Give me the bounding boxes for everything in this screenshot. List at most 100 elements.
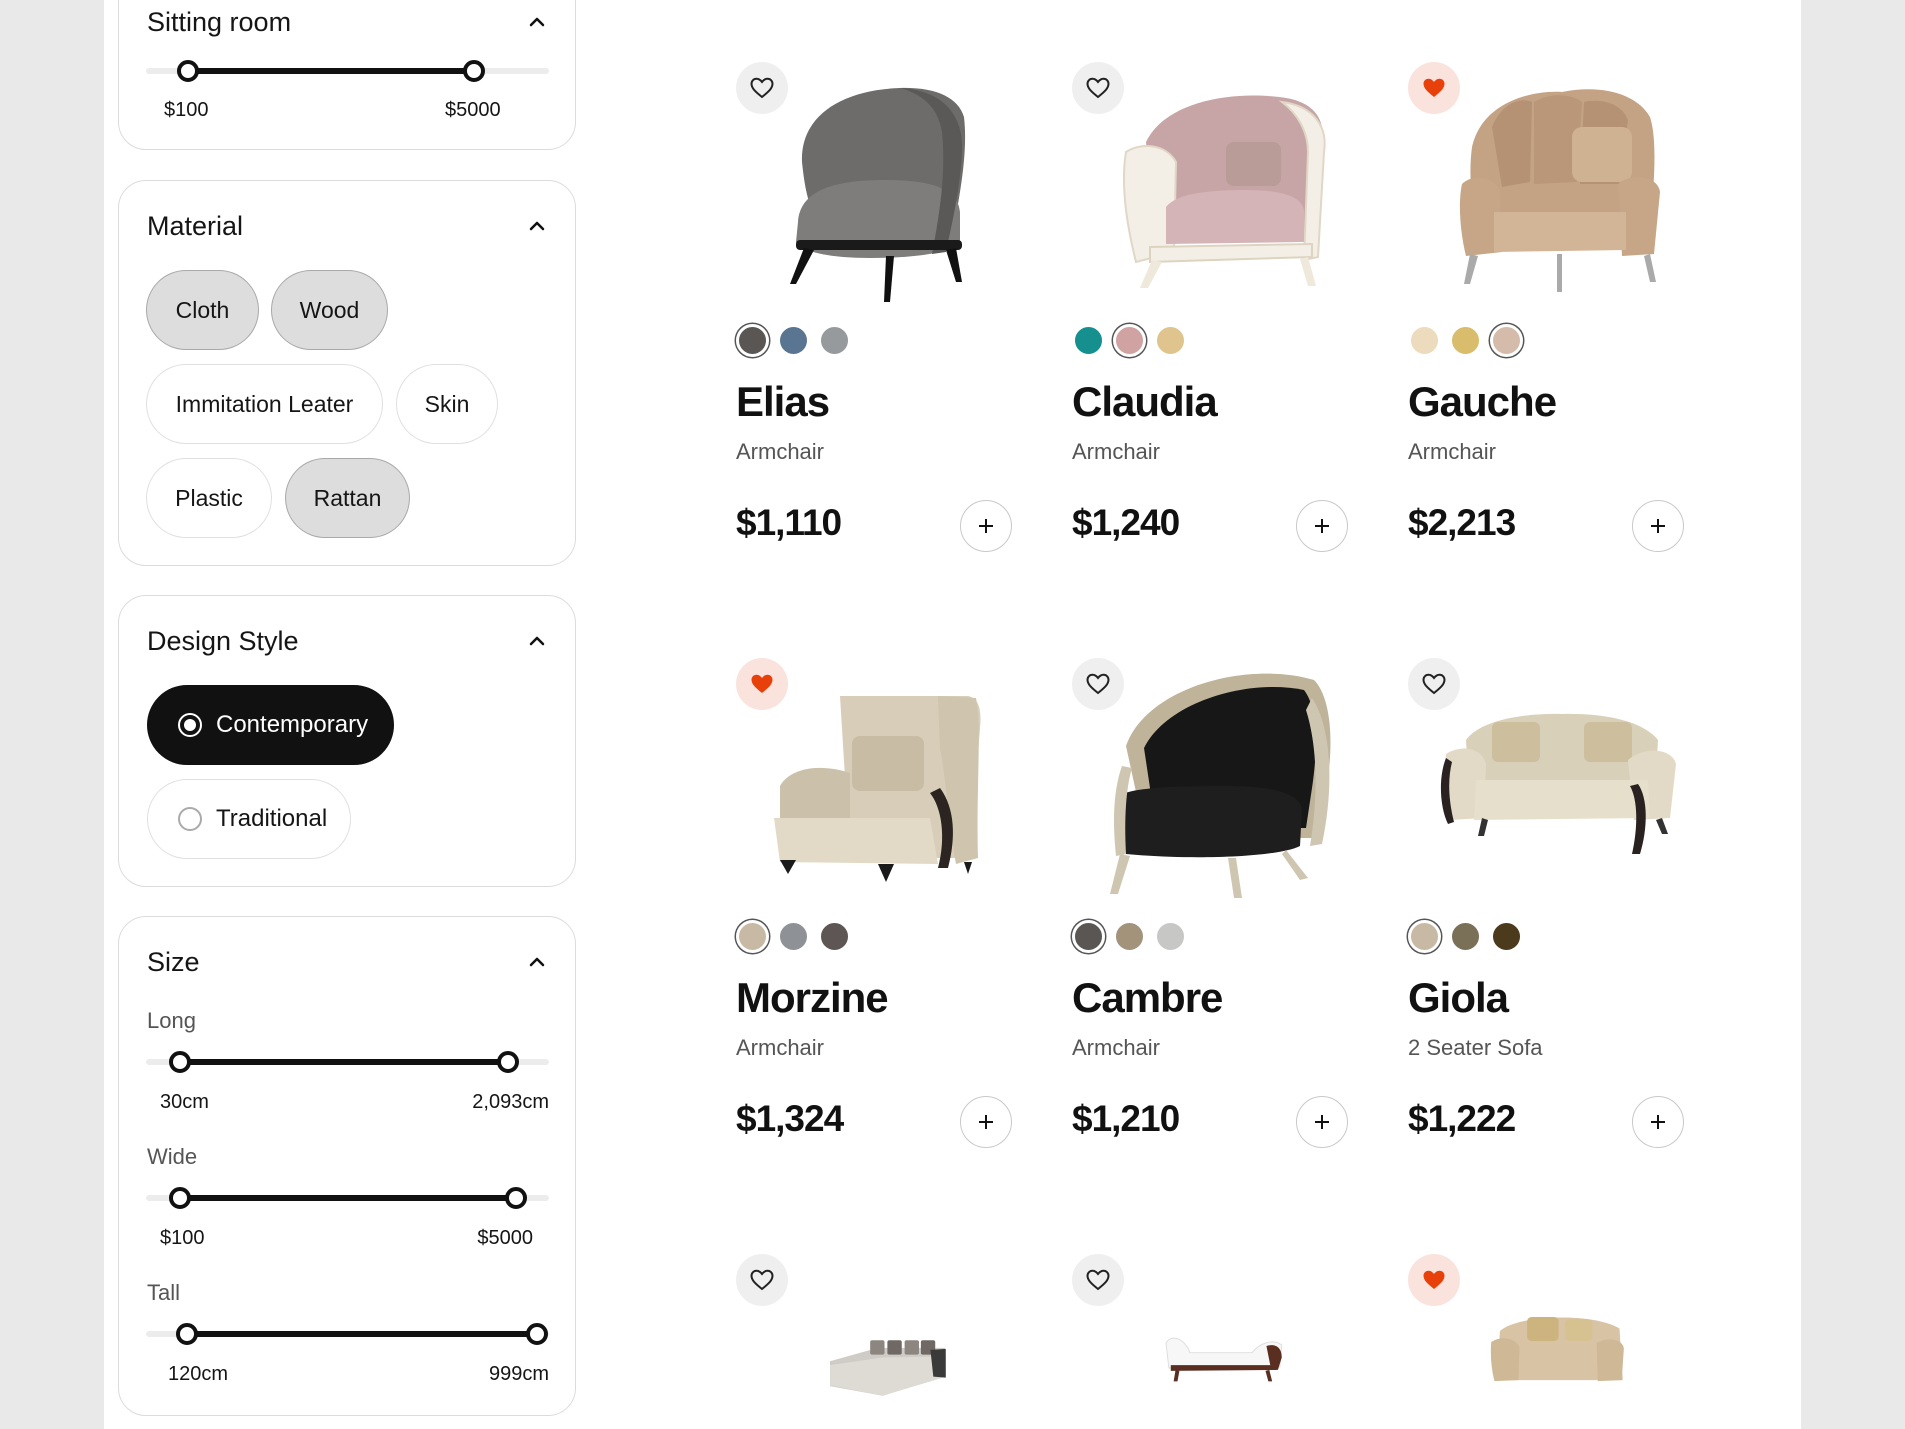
sitting-room-filter: Sitting room $100 $5000: [118, 0, 576, 150]
product-card-morzine[interactable]: Morzine Armchair $1,324: [736, 658, 1036, 1218]
price-range-min-handle[interactable]: [177, 60, 199, 82]
color-swatch[interactable]: [1408, 324, 1441, 357]
add-to-cart-button[interactable]: [1632, 1096, 1684, 1148]
color-swatch[interactable]: [818, 324, 851, 357]
armchair-pink-image: [1123, 95, 1326, 288]
color-swatch[interactable]: [777, 324, 810, 357]
product-card-gauche[interactable]: Gauche Armchair $2,213: [1408, 62, 1708, 622]
add-to-cart-button[interactable]: [1296, 500, 1348, 552]
color-swatch[interactable]: [1154, 324, 1187, 357]
color-swatch[interactable]: [1072, 920, 1105, 953]
favorite-button[interactable]: [736, 1254, 788, 1306]
product-price: $1,110: [736, 502, 842, 543]
material-chip-plastic[interactable]: Plastic: [146, 458, 272, 538]
product-name[interactable]: Gauche: [1408, 378, 1557, 426]
tall-range-max-handle[interactable]: [526, 1323, 548, 1345]
long-range-min-handle[interactable]: [169, 1051, 191, 1073]
material-filter: Material Cloth Wood Immitation Leater Sk…: [118, 180, 576, 566]
color-swatch[interactable]: [1490, 920, 1523, 953]
color-swatch[interactable]: [818, 920, 851, 953]
material-chip-rattan[interactable]: Rattan: [285, 458, 410, 538]
product-price: $1,240: [1072, 502, 1180, 543]
product-name[interactable]: Giola: [1408, 974, 1509, 1022]
color-swatch[interactable]: [736, 324, 769, 357]
color-swatch[interactable]: [1449, 920, 1482, 953]
color-swatches: [1408, 324, 1523, 357]
product-card-rattan-sofa[interactable]: [1408, 1254, 1708, 1429]
chevron-up-icon[interactable]: [529, 221, 545, 231]
product-card-giola[interactable]: Giola 2 Seater Sofa $1,222: [1408, 658, 1708, 1218]
material-chip-wood[interactable]: Wood: [271, 270, 388, 350]
chaise-white-image: [1165, 1337, 1283, 1382]
add-to-cart-button[interactable]: [960, 500, 1012, 552]
color-swatch[interactable]: [736, 920, 769, 953]
plus-icon: [1315, 1115, 1329, 1129]
price-max-label: $5000: [445, 99, 501, 121]
style-option-traditional[interactable]: Traditional: [147, 779, 351, 859]
material-title: Material: [147, 211, 244, 241]
color-swatches: [1072, 324, 1187, 357]
color-swatch[interactable]: [1113, 920, 1146, 953]
color-swatch[interactable]: [1490, 324, 1523, 357]
wide-range-min-handle[interactable]: [169, 1187, 191, 1209]
color-swatch[interactable]: [1154, 920, 1187, 953]
product-price: $1,324: [736, 1098, 844, 1139]
color-swatches: [736, 324, 851, 357]
heart-outline-icon: [750, 1269, 774, 1291]
product-card-claudia[interactable]: Claudia Armchair $1,240: [1072, 62, 1372, 622]
tall-max-label: 999cm: [488, 1363, 549, 1385]
product-name[interactable]: Elias: [736, 378, 830, 426]
favorite-button[interactable]: [1408, 1254, 1460, 1306]
product-price: $2,213: [1408, 502, 1516, 543]
size-long-label: Long: [147, 1008, 196, 1033]
product-name[interactable]: Morzine: [736, 974, 889, 1022]
chevron-up-icon[interactable]: [529, 957, 545, 967]
color-swatch[interactable]: [1072, 324, 1105, 357]
product-type: Armchair: [1072, 1035, 1161, 1060]
add-to-cart-button[interactable]: [1632, 500, 1684, 552]
product-card-elias[interactable]: Elias Armchair $1,110: [736, 62, 1036, 622]
long-range-max-handle[interactable]: [497, 1051, 519, 1073]
material-chip-cloth[interactable]: Cloth: [146, 270, 259, 350]
sectional-sofa-image: [830, 1340, 946, 1396]
product-type: Armchair: [1408, 439, 1497, 464]
long-range-fill: [180, 1059, 510, 1065]
product-type: 2 Seater Sofa: [1408, 1035, 1543, 1060]
material-chip-immitation-leater[interactable]: Immitation Leater: [146, 364, 383, 444]
color-swatch[interactable]: [1113, 324, 1146, 357]
product-name[interactable]: Claudia: [1072, 378, 1218, 426]
product-card-sectional[interactable]: [736, 1254, 1036, 1429]
radio-empty-icon: [178, 807, 202, 831]
plus-icon: [1651, 519, 1665, 533]
price-range-max-handle[interactable]: [463, 60, 485, 82]
chevron-up-icon[interactable]: [529, 636, 545, 646]
plus-icon: [1651, 1115, 1665, 1129]
wide-range-max-handle[interactable]: [505, 1187, 527, 1209]
favorite-button[interactable]: [1072, 1254, 1124, 1306]
size-wide-label: Wide: [147, 1144, 198, 1169]
style-option-contemporary[interactable]: Contemporary: [147, 685, 394, 765]
color-swatch[interactable]: [1408, 920, 1441, 953]
color-swatches: [736, 920, 851, 953]
chevron-up-icon[interactable]: [529, 17, 545, 27]
price-min-label: $100: [164, 99, 209, 121]
add-to-cart-button[interactable]: [960, 1096, 1012, 1148]
long-max-label: 2,093cm: [472, 1091, 549, 1113]
product-type: Armchair: [1072, 439, 1161, 464]
color-swatch[interactable]: [1449, 324, 1482, 357]
tall-range-min-handle[interactable]: [176, 1323, 198, 1345]
add-to-cart-button[interactable]: [1296, 1096, 1348, 1148]
material-chip-skin[interactable]: Skin: [396, 364, 498, 444]
design-style-title: Design Style: [147, 626, 299, 656]
style-option-label: Traditional: [216, 805, 328, 832]
style-option-label: Contemporary: [216, 711, 369, 738]
product-name[interactable]: Cambre: [1072, 974, 1223, 1022]
product-price: $1,210: [1072, 1098, 1180, 1139]
product-card-chaise[interactable]: [1072, 1254, 1372, 1429]
color-swatch[interactable]: [777, 920, 810, 953]
wide-min-label: $100: [160, 1227, 205, 1249]
armchair-grey-image: [790, 87, 966, 302]
design-style-filter: Design Style Contemporary Traditional: [118, 595, 576, 887]
product-card-cambre[interactable]: Cambre Armchair $1,210: [1072, 658, 1372, 1218]
size-tall-label: Tall: [147, 1280, 181, 1305]
